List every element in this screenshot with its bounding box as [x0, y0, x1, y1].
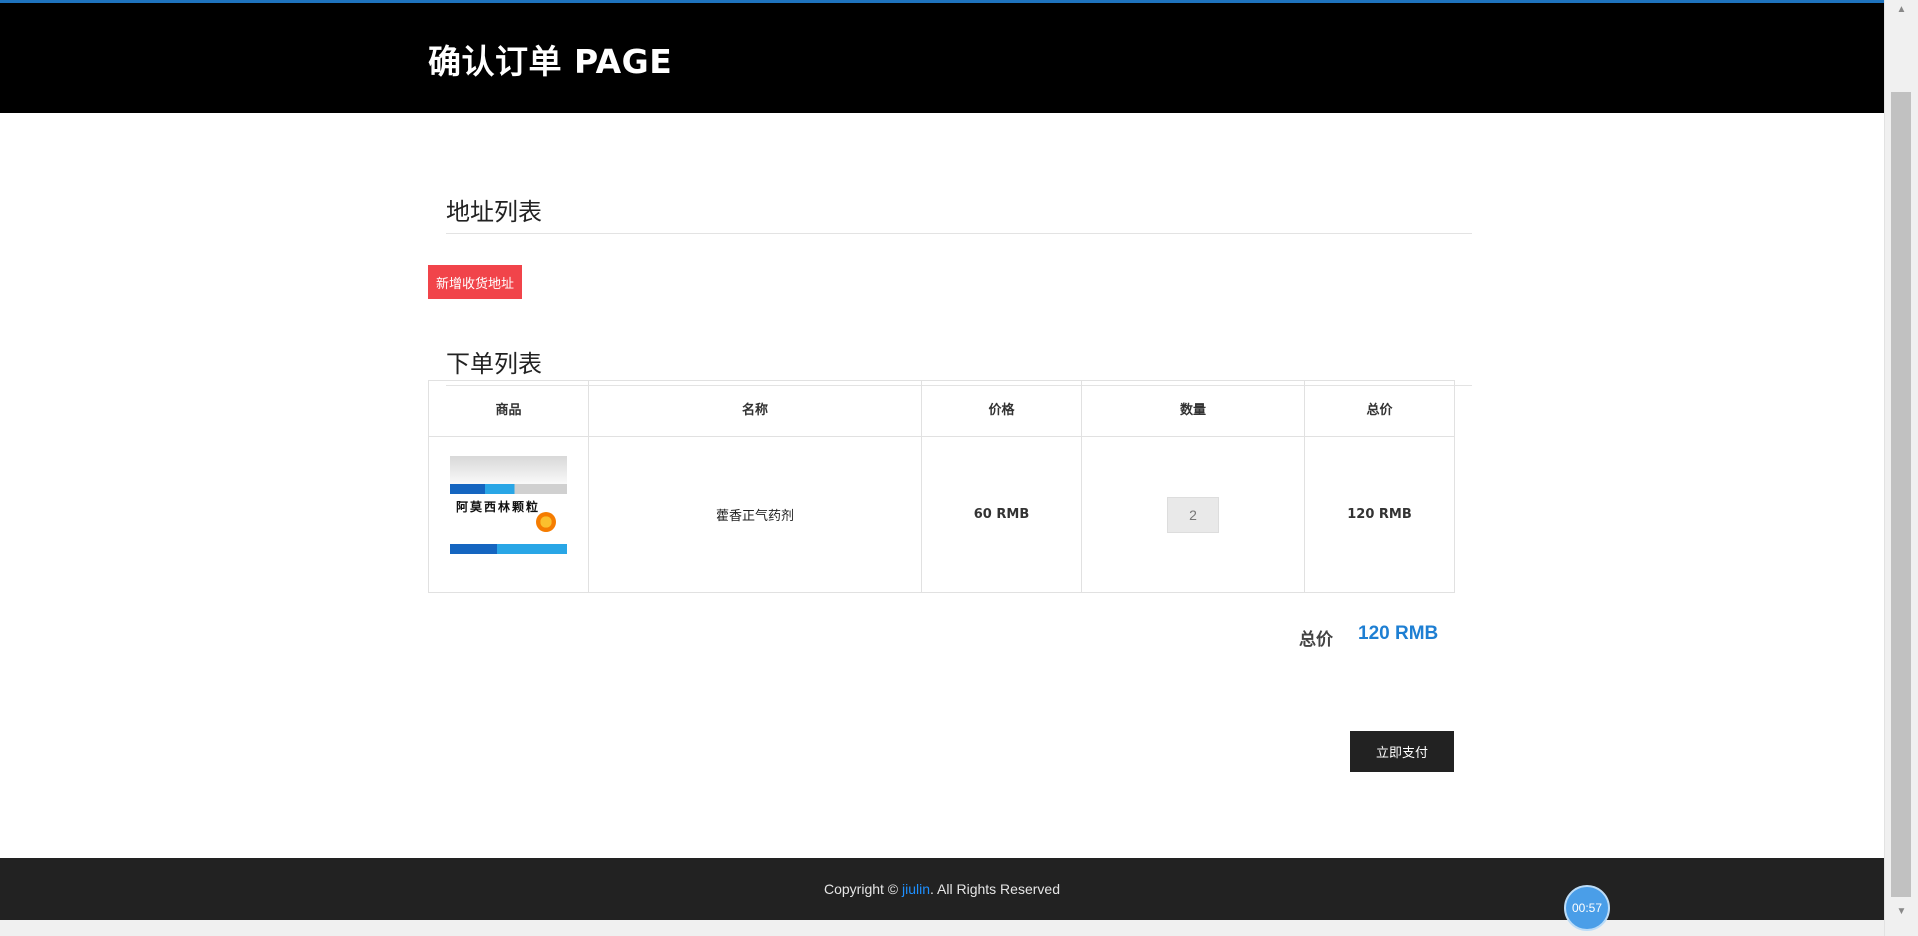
quantity-input[interactable]: [1167, 496, 1219, 533]
quantity-cell: [1081, 436, 1305, 593]
package-pill-icon: [536, 512, 556, 532]
column-header-subtotal: 总价: [1304, 380, 1455, 437]
pay-now-button[interactable]: 立即支付: [1350, 731, 1454, 772]
package-label: 阿莫西林颗粒: [456, 500, 541, 514]
package-band-top: [450, 484, 567, 494]
order-table: 商品 名称 价格 数量 总价 阿莫西林颗粒 藿香正气药剂 60 RMB 120 …: [428, 380, 1455, 593]
scroll-down-icon[interactable]: ▼: [1885, 902, 1918, 922]
copyright-prefix: Copyright ©: [824, 881, 903, 897]
timer-badge[interactable]: 00:57: [1564, 885, 1610, 931]
footer-link-jiulin[interactable]: jiulin: [902, 881, 930, 897]
package-band-bottom: [450, 544, 567, 554]
product-name: 藿香正气药剂: [588, 436, 922, 593]
add-address-button[interactable]: 新增收货地址: [428, 265, 522, 299]
table-header-row: 商品 名称 价格 数量 总价: [428, 380, 1455, 437]
table-row: 阿莫西林颗粒 藿香正气药剂 60 RMB 120 RMB: [428, 436, 1455, 593]
column-header-name: 名称: [588, 380, 922, 437]
product-image[interactable]: 阿莫西林颗粒: [450, 456, 567, 573]
column-header-price: 价格: [921, 380, 1082, 437]
copyright-suffix: . All Rights Reserved: [930, 881, 1060, 897]
scroll-up-icon[interactable]: ▲: [1885, 0, 1918, 20]
total-value: 120 RMB: [1358, 623, 1439, 644]
product-price: 60 RMB: [921, 436, 1082, 593]
column-header-quantity: 数量: [1081, 380, 1305, 437]
product-subtotal: 120 RMB: [1304, 436, 1455, 593]
column-header-product: 商品: [428, 380, 589, 437]
scrollbar-thumb[interactable]: [1891, 92, 1911, 897]
vertical-scrollbar[interactable]: ▲ ▼: [1884, 0, 1918, 936]
page-title: 确认订单 PAGE: [428, 42, 673, 81]
address-list-heading: 地址列表: [446, 192, 1472, 234]
total-label: 总价: [1299, 630, 1333, 650]
product-image-cell: 阿莫西林颗粒: [428, 436, 589, 593]
page-header: 确认订单 PAGE: [0, 3, 1884, 113]
